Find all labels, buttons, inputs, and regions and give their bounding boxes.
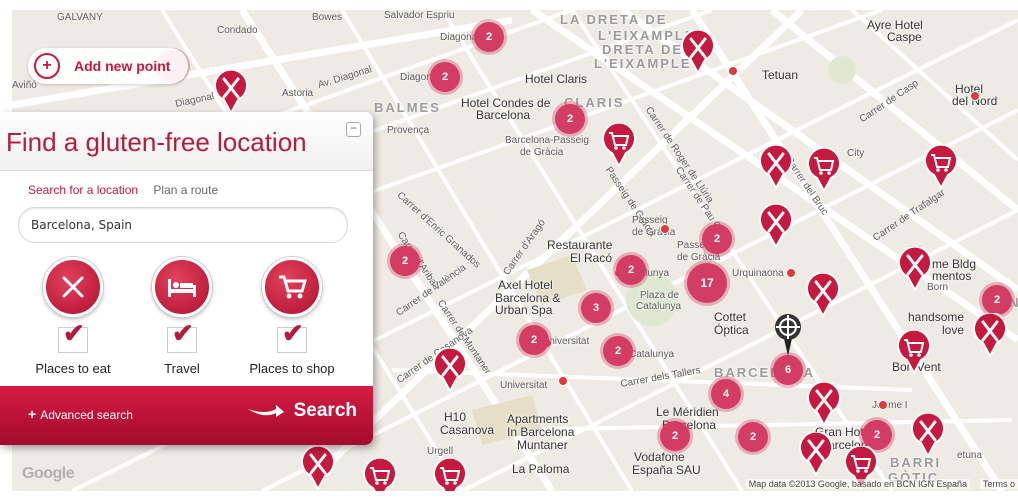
category-shop[interactable]: ✔ Places to shop <box>237 257 347 376</box>
panel-tabs: Search for a location Plan a route <box>28 183 230 197</box>
restaurant-pin[interactable] <box>805 273 841 317</box>
arrow-icon <box>247 405 284 417</box>
shop-pin[interactable] <box>362 458 398 491</box>
plus-icon: + <box>34 53 60 79</box>
location-search-box[interactable] <box>18 207 348 243</box>
cart-icon[interactable] <box>262 257 322 317</box>
map-cluster[interactable]: 2 <box>660 421 690 451</box>
restaurant-pin[interactable] <box>897 247 933 291</box>
fork-knife-icon[interactable] <box>43 257 103 317</box>
terms-link[interactable]: Terms o <box>979 479 1018 489</box>
map-cluster[interactable]: 2 <box>519 325 549 355</box>
restaurant-pin[interactable] <box>758 145 794 189</box>
shop-pin[interactable] <box>601 123 637 167</box>
map-cluster[interactable]: 2 <box>430 62 460 92</box>
shop-pin[interactable] <box>896 330 932 374</box>
shop-pin[interactable] <box>806 148 842 192</box>
category-eat-label: Places to eat <box>35 361 111 376</box>
shop-pin[interactable] <box>923 145 959 189</box>
category-shop-label: Places to shop <box>249 361 335 376</box>
shop-pin[interactable] <box>432 458 468 491</box>
restaurant-pin[interactable] <box>798 432 834 476</box>
travel-checkbox[interactable]: ✔ <box>167 320 197 353</box>
map-cluster[interactable]: 6 <box>773 355 803 385</box>
map-cluster[interactable]: 4 <box>711 379 741 409</box>
add-new-point-label: Add new point <box>74 58 171 74</box>
map-cluster[interactable]: 2 <box>555 104 585 134</box>
map-cluster[interactable]: 2 <box>603 336 633 366</box>
map-cluster[interactable]: 3 <box>581 293 611 323</box>
restaurant-pin[interactable] <box>680 30 716 74</box>
collapse-button[interactable]: − <box>346 122 361 137</box>
map-cluster[interactable]: 17 <box>687 263 727 303</box>
category-travel-label: Travel <box>164 361 200 376</box>
google-logo: Google <box>22 465 75 482</box>
map-cluster[interactable]: 2 <box>738 422 768 452</box>
map-cluster[interactable]: 2 <box>474 22 504 52</box>
panel-action-bar: + Advanced search Search <box>0 386 373 445</box>
search-button[interactable]: Search <box>246 400 357 422</box>
restaurant-pin[interactable] <box>806 382 842 426</box>
category-travel[interactable]: ✔ Travel <box>127 257 237 376</box>
search-panel: Find a gluten-free location − Search for… <box>0 112 373 445</box>
map-cluster[interactable]: 2 <box>616 255 646 285</box>
restaurant-pin[interactable] <box>213 70 249 114</box>
tab-plan-route[interactable]: Plan a route <box>153 183 218 197</box>
restaurant-pin[interactable] <box>432 348 468 392</box>
add-new-point-button[interactable]: + Add new point <box>28 48 188 84</box>
category-eat[interactable]: ✔ Places to eat <box>18 257 128 376</box>
restaurant-pin[interactable] <box>972 313 1008 357</box>
plus-icon: + <box>28 406 37 422</box>
panel-title: Find a gluten-free location <box>6 127 307 157</box>
advanced-search-link[interactable]: + Advanced search <box>28 406 133 422</box>
map-cluster[interactable]: 2 <box>390 246 420 276</box>
panel-header: Find a gluten-free location − <box>0 112 373 171</box>
bed-icon[interactable] <box>152 257 212 317</box>
restaurant-pin[interactable] <box>910 413 946 457</box>
current-location-pin[interactable] <box>773 312 803 358</box>
eat-checkbox[interactable]: ✔ <box>58 320 88 353</box>
shop-checkbox[interactable]: ✔ <box>277 320 307 353</box>
restaurant-pin[interactable] <box>758 204 794 248</box>
map-attribution: Map data ©2013 Google, basado en BCN IGN… <box>745 479 970 489</box>
restaurant-pin[interactable] <box>300 446 336 490</box>
tab-search-location[interactable]: Search for a location <box>28 183 138 197</box>
map-cluster[interactable]: 2 <box>702 224 732 254</box>
location-search-input[interactable] <box>29 208 333 242</box>
map-cluster[interactable]: 2 <box>982 285 1012 315</box>
